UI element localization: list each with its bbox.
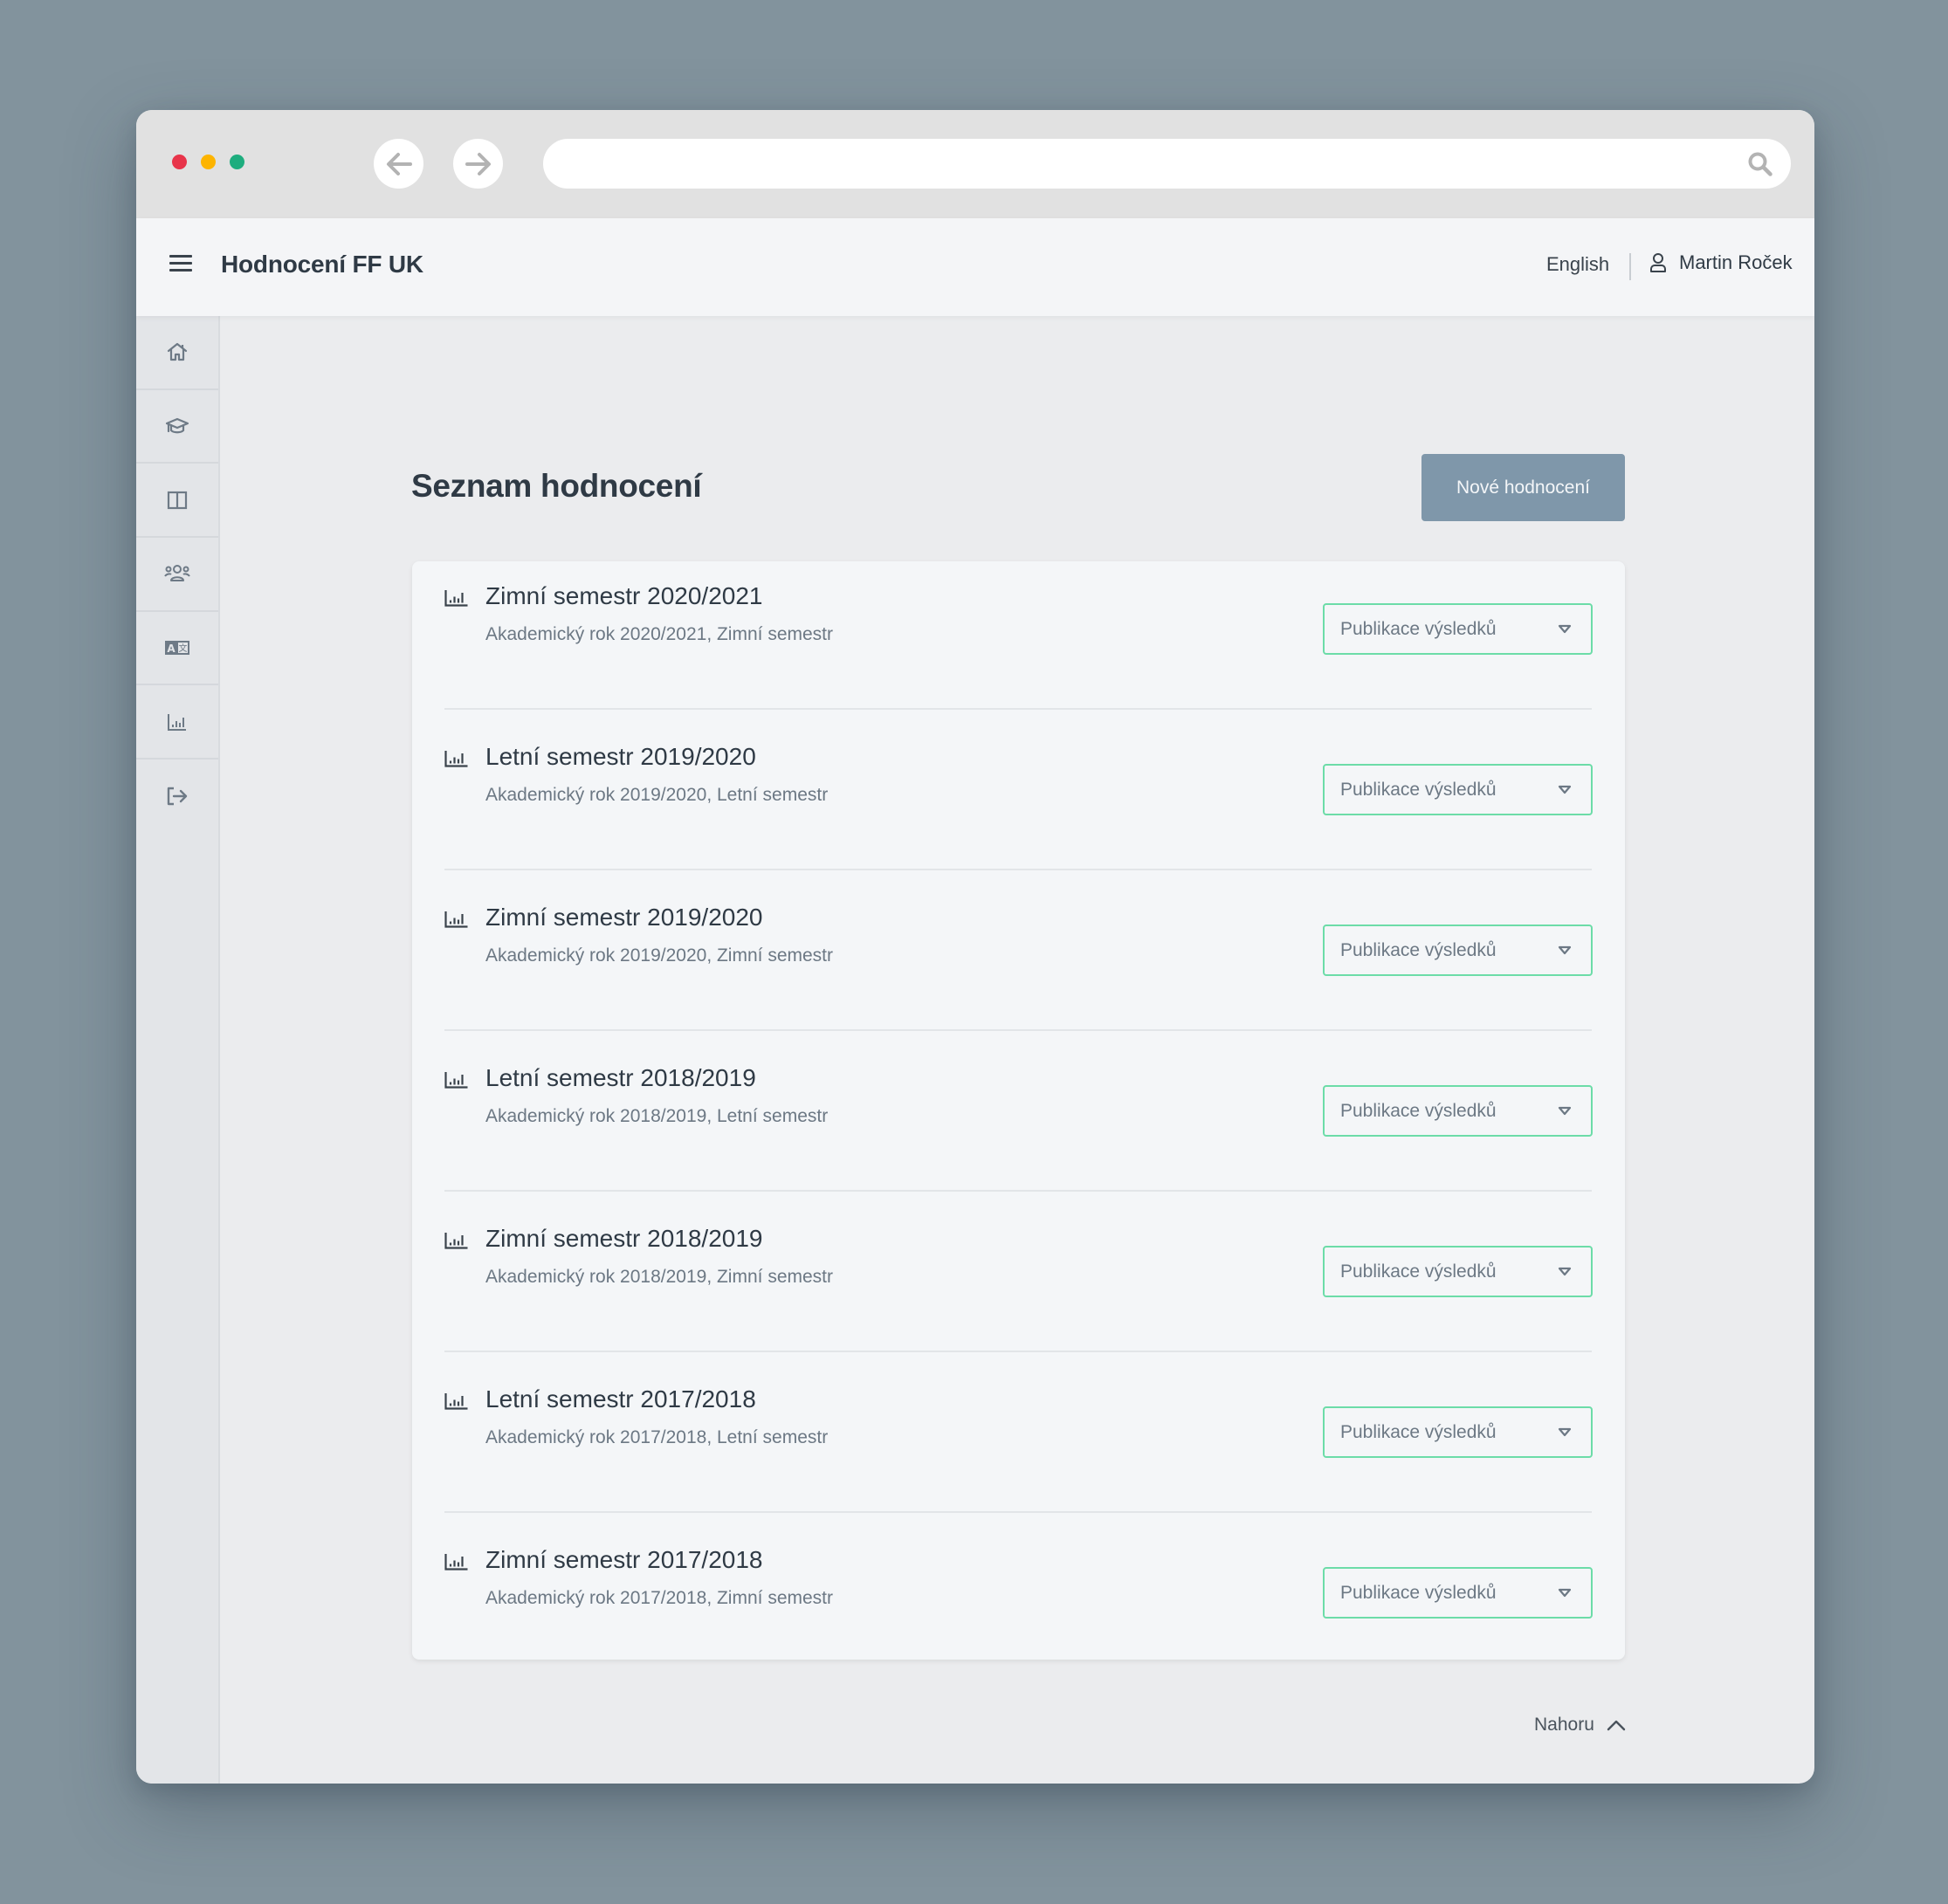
sidebar-item-layout[interactable]: [136, 464, 218, 539]
chevron-up-icon: [1607, 1720, 1626, 1731]
sidebar-item-translations[interactable]: A文: [136, 612, 218, 686]
status-select[interactable]: Publikace výsledků: [1323, 1567, 1593, 1619]
arrow-left-icon: [386, 152, 412, 175]
user-icon: [1650, 253, 1666, 272]
bar-chart-icon: [444, 590, 468, 607]
bar-chart-icon: [444, 1393, 468, 1410]
caret-down-icon: [1558, 1588, 1572, 1598]
browser-chrome: [136, 110, 1814, 218]
header-divider: [1629, 253, 1631, 280]
user-menu[interactable]: Martin Roček: [1649, 251, 1793, 274]
evaluation-subtitle: Akademický rok 2017/2018, Zimní semestr: [485, 1588, 833, 1608]
home-icon: [167, 343, 188, 361]
translate-icon: A文: [165, 641, 189, 656]
app-header: Hodnocení FF UK English Martin Roček: [136, 218, 1814, 316]
evaluation-row: Zimní semestr 2020/2021 Akademický rok 20…: [444, 561, 1593, 710]
evaluation-title[interactable]: Zimní semestr 2017/2018: [485, 1546, 763, 1574]
evaluation-row: Letní semestr 2019/2020 Akademický rok 20…: [444, 710, 1593, 870]
bar-chart-icon: [444, 1072, 468, 1089]
page-title: Seznam hodnocení: [411, 468, 702, 504]
app-title[interactable]: Hodnocení FF UK: [221, 251, 423, 278]
evaluation-title[interactable]: Letní semestr 2017/2018: [485, 1385, 756, 1413]
search-icon[interactable]: [1747, 151, 1773, 177]
bar-chart-icon: [168, 713, 186, 731]
back-to-top-label: Nahoru: [1534, 1715, 1594, 1735]
caret-down-icon: [1558, 1106, 1572, 1116]
status-select-value: Publikace výsledků: [1340, 1100, 1497, 1121]
sidebar-item-home[interactable]: [136, 316, 218, 390]
bar-chart-icon: [444, 751, 468, 767]
bar-chart-icon: [444, 1554, 468, 1571]
status-select-value: Publikace výsledků: [1340, 779, 1497, 800]
sidebar-item-logout[interactable]: [136, 760, 218, 834]
forward-button[interactable]: [453, 139, 503, 189]
arrow-right-icon: [465, 152, 491, 175]
evaluation-title[interactable]: Zimní semestr 2018/2019: [485, 1225, 763, 1253]
evaluation-list: Zimní semestr 2020/2021 Akademický rok 20…: [412, 561, 1625, 1660]
bar-chart-icon: [444, 911, 468, 928]
status-select[interactable]: Publikace výsledků: [1323, 764, 1593, 815]
caret-down-icon: [1558, 785, 1572, 794]
evaluation-title[interactable]: Letní semestr 2019/2020: [485, 743, 756, 771]
back-button[interactable]: [374, 139, 423, 189]
status-select[interactable]: Publikace výsledků: [1323, 1085, 1593, 1137]
status-select[interactable]: Publikace výsledků: [1323, 925, 1593, 976]
evaluation-title[interactable]: Zimní semestr 2019/2020: [485, 904, 763, 931]
status-select[interactable]: Publikace výsledků: [1323, 1246, 1593, 1297]
status-select[interactable]: Publikace výsledků: [1323, 1406, 1593, 1458]
browser-window: Hodnocení FF UK English Martin Roček A文: [136, 110, 1814, 1784]
sidebar-item-courses[interactable]: [136, 390, 218, 464]
svg-text:文: 文: [179, 643, 188, 654]
caret-down-icon: [1558, 624, 1572, 634]
evaluation-subtitle: Akademický rok 2017/2018, Letní semestr: [485, 1427, 829, 1447]
evaluation-subtitle: Akademický rok 2019/2020, Letní semestr: [485, 785, 829, 805]
address-bar[interactable]: [543, 139, 1791, 189]
hamburger-icon[interactable]: [169, 255, 192, 278]
back-to-top-link[interactable]: Nahoru: [1534, 1715, 1626, 1736]
status-select-value: Publikace výsledků: [1340, 1421, 1497, 1442]
maximize-window-dot[interactable]: [230, 155, 244, 169]
sidebar: A文: [136, 316, 220, 1784]
users-icon: [164, 565, 190, 582]
caret-down-icon: [1558, 1267, 1572, 1276]
language-switch-link[interactable]: English: [1546, 253, 1609, 276]
evaluation-row: Letní semestr 2017/2018 Akademický rok 20…: [444, 1352, 1593, 1513]
caret-down-icon: [1558, 1427, 1572, 1437]
evaluation-subtitle: Akademický rok 2018/2019, Zimní semestr: [485, 1267, 833, 1287]
evaluation-row: Zimní semestr 2018/2019 Akademický rok 20…: [444, 1192, 1593, 1352]
close-window-dot[interactable]: [172, 155, 187, 169]
evaluation-subtitle: Akademický rok 2020/2021, Zimní semestr: [485, 624, 833, 644]
status-select-value: Publikace výsledků: [1340, 1582, 1497, 1603]
sidebar-item-results[interactable]: [136, 685, 218, 760]
evaluation-subtitle: Akademický rok 2018/2019, Letní semestr: [485, 1106, 829, 1126]
caret-down-icon: [1558, 945, 1572, 955]
bar-chart-icon: [444, 1233, 468, 1249]
evaluation-title[interactable]: Letní semestr 2018/2019: [485, 1064, 756, 1092]
status-select-value: Publikace výsledků: [1340, 939, 1497, 960]
svg-text:A: A: [167, 643, 176, 655]
columns-icon: [167, 491, 188, 509]
minimize-window-dot[interactable]: [201, 155, 216, 169]
status-select-value: Publikace výsledků: [1340, 1261, 1497, 1282]
evaluation-row: Zimní semestr 2019/2020 Akademický rok 20…: [444, 870, 1593, 1031]
logout-icon: [167, 787, 188, 806]
sidebar-item-users[interactable]: [136, 538, 218, 612]
graduation-cap-icon: [165, 417, 189, 434]
user-name: Martin Roček: [1679, 251, 1793, 273]
status-select[interactable]: Publikace výsledků: [1323, 603, 1593, 655]
evaluation-row: Letní semestr 2018/2019 Akademický rok 20…: [444, 1031, 1593, 1192]
evaluation-title[interactable]: Zimní semestr 2020/2021: [485, 582, 763, 610]
new-evaluation-button[interactable]: Nové hodnocení: [1421, 454, 1625, 521]
evaluation-subtitle: Akademický rok 2019/2020, Zimní semestr: [485, 945, 833, 966]
status-select-value: Publikace výsledků: [1340, 618, 1497, 639]
evaluation-row: Zimní semestr 2017/2018 Akademický rok 20…: [444, 1513, 1593, 1660]
